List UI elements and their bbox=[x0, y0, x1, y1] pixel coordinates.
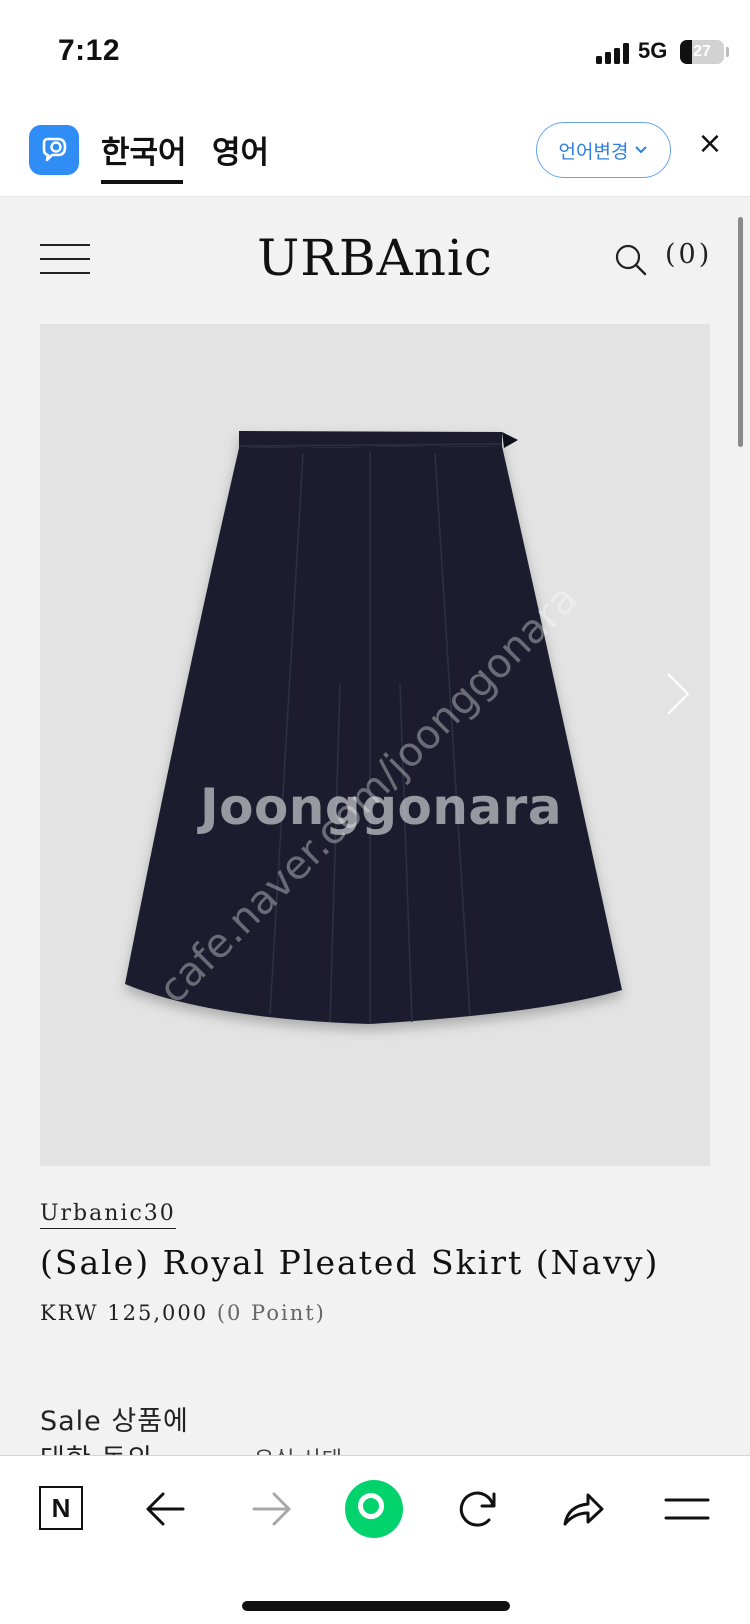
change-language-label: 언어변경 bbox=[558, 140, 629, 163]
scrollbar[interactable] bbox=[738, 217, 743, 447]
battery-percent: 27 bbox=[693, 43, 711, 60]
price-value: KRW 125,000 bbox=[40, 1301, 209, 1325]
search-icon[interactable] bbox=[614, 243, 648, 277]
product-title: (Sale) Royal Pleated Skirt (Navy) bbox=[40, 1243, 660, 1282]
skirt-photo bbox=[125, 431, 622, 1024]
status-bar: 7:12 5G 27 bbox=[0, 0, 750, 100]
menu-icon[interactable] bbox=[664, 1486, 710, 1532]
green-dot-icon[interactable] bbox=[345, 1480, 403, 1538]
home-indicator[interactable] bbox=[242, 1601, 510, 1611]
product-image[interactable] bbox=[40, 324, 710, 1166]
network-label: 5G bbox=[638, 38, 668, 63]
tab-english[interactable]: 영어 bbox=[212, 127, 269, 172]
share-icon[interactable] bbox=[560, 1486, 606, 1532]
refresh-icon[interactable] bbox=[455, 1486, 501, 1532]
naver-home-button[interactable]: N bbox=[39, 1486, 83, 1530]
change-language-button[interactable]: 언어변경 bbox=[536, 122, 671, 178]
chevron-right-icon[interactable] bbox=[664, 670, 694, 718]
notice-title-line2: 대한 동의 bbox=[40, 1437, 153, 1455]
forward-arrow-icon[interactable] bbox=[248, 1486, 294, 1532]
papago-logo-icon[interactable] bbox=[29, 125, 79, 175]
notice-title: Sale 상품에 bbox=[40, 1406, 189, 1437]
status-time: 7:12 bbox=[58, 34, 121, 67]
price-text: KRW 125,000 (0 Point) bbox=[40, 1301, 326, 1325]
notice-aside-text: 유실 사태 bbox=[254, 1442, 342, 1455]
back-arrow-icon[interactable] bbox=[143, 1486, 189, 1532]
browser-toolbar: N bbox=[0, 1455, 750, 1624]
battery-icon: 27 bbox=[680, 40, 724, 64]
active-tab-underline bbox=[101, 180, 183, 184]
signal-icon bbox=[596, 42, 630, 64]
tab-korean[interactable]: 한국어 bbox=[101, 127, 187, 172]
cart-count[interactable]: (0) bbox=[665, 239, 712, 270]
collection-link[interactable]: Urbanic30 bbox=[40, 1201, 176, 1229]
price-points: (0 Point) bbox=[216, 1301, 326, 1325]
chevron-down-icon bbox=[635, 146, 648, 154]
battery-tip bbox=[726, 47, 729, 57]
close-icon[interactable]: × bbox=[694, 128, 726, 160]
webpage-content: URBAnic (0) Urbanic30 (Sale) Royal Pleat… bbox=[0, 197, 750, 1455]
